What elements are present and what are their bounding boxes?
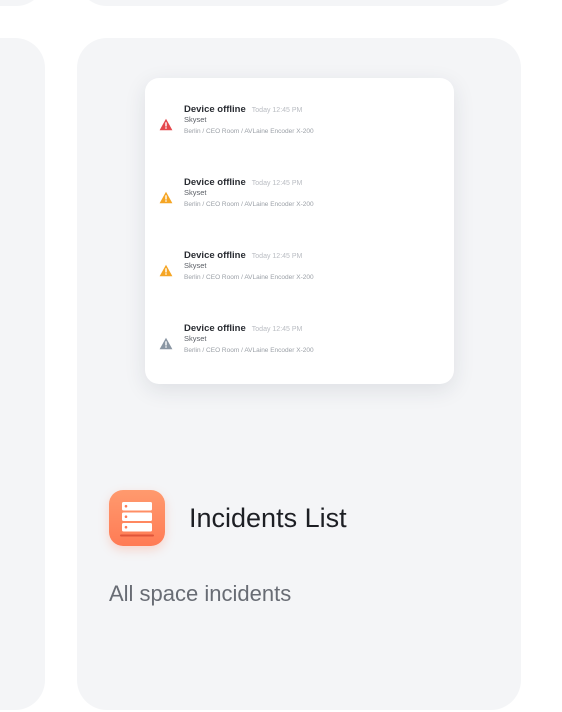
server-list-icon: [109, 490, 165, 546]
incident-organization: Skyset: [184, 261, 207, 270]
incident-time: Today 12:45 PM: [251, 107, 303, 114]
incidents-list-card[interactable]: Device offline Today 12:45 PM Skyset Berl…: [77, 38, 521, 710]
incidents-preview: Device offline Today 12:45 PM Skyset Berl…: [145, 78, 454, 384]
card-description: All space incidents: [109, 581, 292, 606]
incident-organization: Skyset: [184, 188, 207, 197]
warning-triangle-icon: [159, 118, 173, 131]
incident-title: Device offline: [184, 323, 246, 334]
neighbor-card-top-left[interactable]: [0, 0, 46, 6]
incident-row: Device offline Today 12:45 PM Skyset Berl…: [145, 102, 454, 152]
neighbor-card-left[interactable]: [0, 38, 45, 710]
incident-row: Device offline Today 12:45 PM Skyset Berl…: [145, 175, 454, 225]
incident-time: Today 12:45 PM: [251, 326, 303, 333]
incident-title: Device offline: [184, 104, 246, 115]
incident-row: Device offline Today 12:45 PM Skyset Berl…: [145, 321, 454, 371]
incident-path: Berlin / CEO Room / AVLaine Encoder X-20…: [184, 201, 314, 208]
incident-path: Berlin / CEO Room / AVLaine Encoder X-20…: [184, 274, 314, 281]
incident-path: Berlin / CEO Room / AVLaine Encoder X-20…: [184, 347, 314, 354]
incident-time: Today 12:45 PM: [251, 180, 303, 187]
warning-triangle-icon: [159, 191, 173, 204]
incident-organization: Skyset: [184, 115, 207, 124]
page: Device offline Today 12:45 PM Skyset Berl…: [0, 0, 562, 712]
incident-time: Today 12:45 PM: [251, 253, 303, 260]
warning-triangle-icon: [159, 264, 173, 277]
card-title: Incidents List: [189, 503, 347, 533]
incident-row: Device offline Today 12:45 PM Skyset Berl…: [145, 248, 454, 298]
incident-title: Device offline: [184, 250, 246, 261]
warning-triangle-icon: [159, 337, 173, 350]
incident-organization: Skyset: [184, 334, 207, 343]
incident-path: Berlin / CEO Room / AVLaine Encoder X-20…: [184, 128, 314, 135]
incident-title: Device offline: [184, 177, 246, 188]
neighbor-card-top[interactable]: [77, 0, 521, 6]
